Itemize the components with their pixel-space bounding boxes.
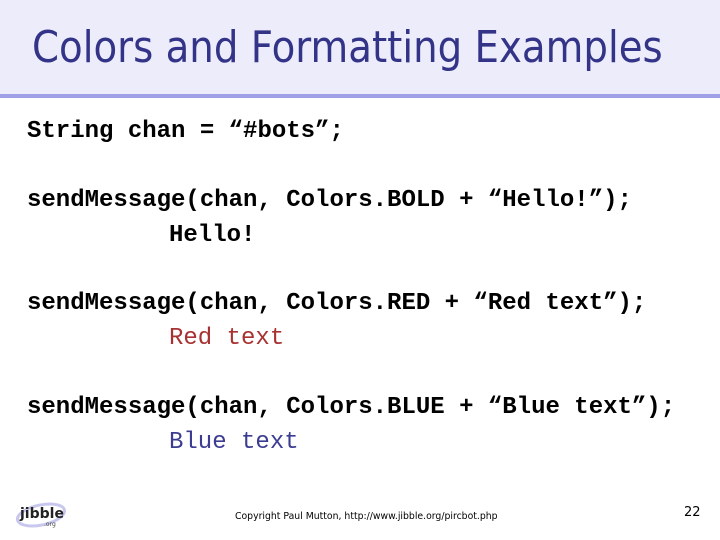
code-line-declaration: String chan = “#bots”; [27,118,344,145]
jibble-logo-icon: jibble .org [14,497,68,529]
title-divider [0,94,720,98]
logo-subtext: .org [44,521,56,528]
code-line-bold-example: sendMessage(chan, Colors.BOLD + “Hello!”… [27,187,632,214]
output-bold-hello: Hello! [169,222,256,249]
title-bar: Colors and Formatting Examples [0,0,720,94]
page-number: 22 [684,505,701,520]
slide: Colors and Formatting Examples String ch… [0,0,720,540]
output-red-text: Red text [169,325,285,352]
output-blue-text: Blue text [169,429,299,456]
code-line-red-example: sendMessage(chan, Colors.RED + “Red text… [27,290,647,317]
copyright-footer: Copyright Paul Mutton, http://www.jibble… [235,511,498,522]
code-line-blue-example: sendMessage(chan, Colors.BLUE + “Blue te… [27,394,676,421]
logo-text: jibble [19,506,64,522]
slide-title: Colors and Formatting Examples [32,22,663,73]
